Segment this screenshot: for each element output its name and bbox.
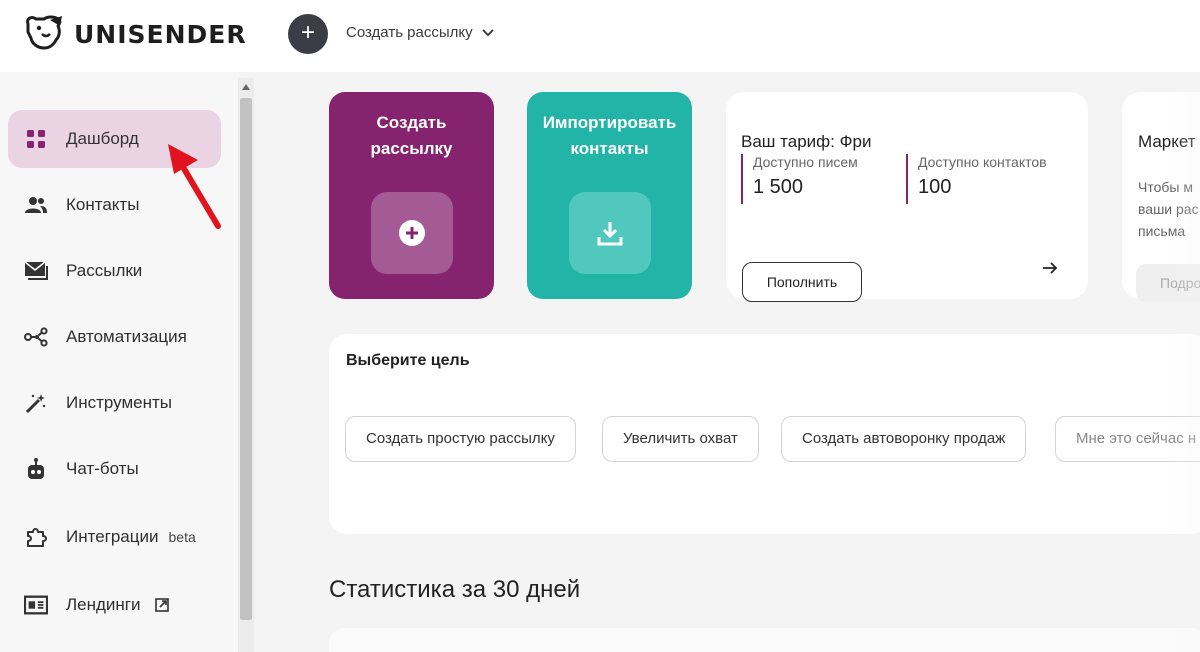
external-link-icon [154,598,169,612]
download-icon [569,192,651,274]
create-campaign-tile-title: Создать рассылку [329,110,494,162]
sidebar-item-label: Рассылки [66,261,143,280]
goal-option-sales-funnel[interactable]: Создать автоворонку продаж [781,416,1027,462]
market-description: Чтобы м ваши рас письма [1138,176,1200,242]
market-title: Маркет [1138,132,1196,151]
beta-badge: beta [168,529,196,545]
sidebar-item-label: Лендинги [66,595,141,614]
sidebar-scrollbar-thumb[interactable] [240,98,252,620]
goal-card: Выберите цель Создать простую рассылку У… [329,334,1200,534]
sidebar-item-landings[interactable]: Лендинги [8,576,221,634]
goal-option-not-now[interactable]: Мне это сейчас н [1055,416,1200,462]
goal-title: Выберите цель [346,352,470,369]
create-plus-button[interactable]: + [288,14,328,54]
plus-circle-icon [371,192,453,274]
import-contacts-tile-title: Импортировать контакты [527,110,692,162]
robot-icon [24,457,48,481]
contacts-available-value: 100 [918,176,952,198]
topup-button[interactable]: Пополнить [742,262,862,302]
emails-available-label: Доступно писем [753,154,858,170]
goal-option-increase-reach[interactable]: Увеличить охват [602,416,759,462]
nodes-icon [24,325,48,349]
contacts-available-label: Доступно контактов [918,154,1047,170]
dashboard-grid-icon [24,127,48,151]
sidebar-item-tools[interactable]: Инструменты [8,374,221,432]
sidebar-item-label: Контакты [66,195,140,214]
contacts-available-stat: Доступно контактов 100 [906,154,1047,204]
sidebar-item-automation[interactable]: Автоматизация [8,308,221,366]
emails-available-stat: Доступно писем 1 500 [741,154,858,204]
sidebar-item-chatbots[interactable]: Чат-боты [8,440,221,498]
tile-title-line: Создать [376,113,447,132]
sidebar-item-integrations[interactable]: Интеграции beta [8,508,221,566]
stats-card [329,628,1200,652]
emails-available-value: 1 500 [753,176,804,198]
create-campaign-dropdown[interactable]: Создать рассылку [346,24,495,41]
logo[interactable]: UNISENDER [22,14,247,54]
sidebar-item-label: Инструменты [66,393,173,412]
brand-name: UNISENDER [74,19,247,49]
tile-title-line: Импортировать [542,113,677,132]
dashboard-main: Создать рассылку Импортировать контакты … [254,72,1200,652]
sidebar-item-label: Интеграции [66,527,159,546]
chevron-down-icon [481,28,494,36]
puzzle-icon [24,525,48,549]
tile-title-line: контакты [570,139,649,158]
scroll-up-arrow-icon[interactable] [242,84,250,90]
market-description-line: письма [1138,223,1186,239]
tariff-arrow-button[interactable] [1030,248,1070,288]
market-description-line: Чтобы м [1138,179,1193,195]
stats-title: Статистика за 30 дней [329,576,581,603]
market-details-button[interactable]: Подро [1136,264,1200,302]
create-campaign-tile[interactable]: Создать рассылку [329,92,494,299]
mail-stack-icon [24,259,48,283]
landing-page-icon [24,593,48,617]
tariff-title: Ваш тариф: Фри [741,132,872,151]
annotation-arrow-icon [168,144,221,229]
tile-title-line: рассылку [370,139,453,158]
arrow-right-icon [1043,262,1058,274]
top-header: UNISENDER + Создать рассылку [0,0,1200,72]
sidebar-item-campaigns[interactable]: Рассылки [8,242,221,300]
market-card: Маркет Чтобы м ваши рас письма Подро [1122,92,1200,302]
sidebar-item-label: Чат-боты [66,459,139,478]
dog-logo-icon [26,15,62,50]
market-description-line: ваши рас [1138,201,1199,217]
sidebar-item-label: Дашборд [66,129,139,148]
sidebar-item-label: Автоматизация [66,327,187,346]
magic-wand-icon [24,391,48,415]
goal-option-simple-campaign[interactable]: Создать простую рассылку [345,416,576,462]
import-contacts-tile[interactable]: Импортировать контакты [527,92,692,299]
create-campaign-dropdown-label: Создать рассылку [346,24,473,41]
people-icon [24,193,48,217]
